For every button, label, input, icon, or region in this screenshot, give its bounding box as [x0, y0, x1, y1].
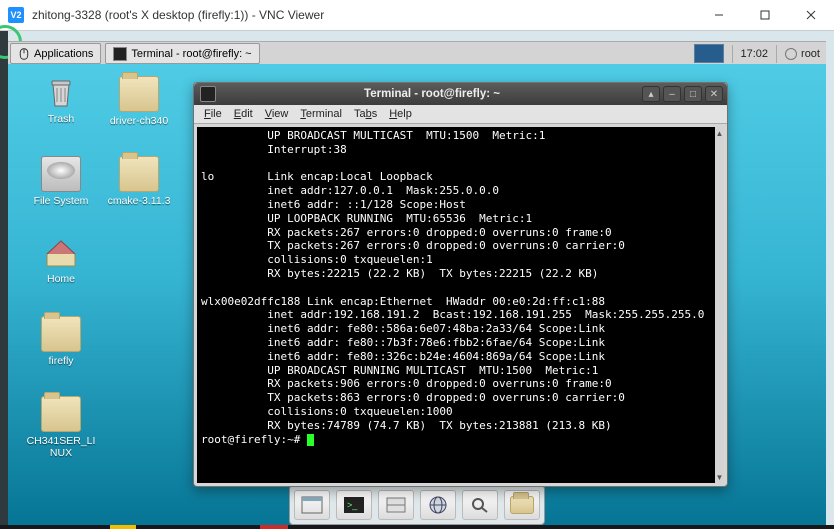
vnc-window-title: zhitong-3328 (root's X desktop (firefly:…: [32, 8, 696, 22]
workspace-switcher[interactable]: [694, 44, 724, 63]
terminal-maximize-button[interactable]: □: [684, 86, 702, 102]
folder-icon: [41, 316, 81, 352]
user-icon: [785, 48, 797, 60]
home-icon: [42, 236, 80, 270]
drawer-icon: [385, 496, 407, 514]
terminal-menubar: File Edit View Terminal Tabs Help: [194, 105, 727, 124]
desktop-icon-label: firefly: [46, 354, 75, 368]
desktop-icon-label: driver-ch340: [108, 114, 170, 128]
terminal-window: Terminal - root@firefly: ~ ▴ – □ ✕ File …: [193, 82, 728, 487]
dock-home-folder[interactable]: [504, 490, 540, 520]
terminal-output: UP BROADCAST MULTICAST MTU:1500 Metric:1…: [201, 129, 704, 432]
folder-icon: [41, 396, 81, 432]
folder-icon: [119, 76, 159, 112]
show-desktop-icon: [301, 496, 323, 514]
dock-app-finder[interactable]: [462, 490, 498, 520]
applications-menu-button[interactable]: Applications: [10, 43, 101, 64]
dock-file-manager[interactable]: [378, 490, 414, 520]
terminal-icon: [200, 86, 216, 102]
panel-separator: [732, 45, 733, 63]
terminal-cursor: [307, 434, 314, 446]
taskbar-terminal-label: Terminal - root@firefly: ~: [131, 48, 251, 60]
window-close-button[interactable]: [788, 0, 834, 30]
dock-show-desktop[interactable]: [294, 490, 330, 520]
bottom-dock: >_: [289, 485, 545, 525]
terminal-icon: >_: [343, 496, 365, 514]
desktop-icon-ch341ser[interactable]: CH341SER_LI NUX: [22, 396, 100, 460]
dock-web-browser[interactable]: [420, 490, 456, 520]
terminal-shade-button[interactable]: ▴: [642, 86, 660, 102]
panel-clock[interactable]: 17:02: [741, 48, 769, 60]
disk-icon: [41, 156, 81, 192]
terminal-menu-file[interactable]: File: [200, 108, 226, 120]
terminal-menu-terminal[interactable]: Terminal: [296, 108, 346, 120]
applications-menu-label: Applications: [34, 48, 93, 60]
terminal-titlebar[interactable]: Terminal - root@firefly: ~ ▴ – □ ✕: [194, 83, 727, 105]
scroll-up-arrow-icon[interactable]: ▲: [715, 127, 724, 139]
vnc-edge-artifact: [0, 31, 8, 529]
xfce-top-panel: Applications Terminal - root@firefly: ~ …: [8, 41, 826, 66]
vnc-window-titlebar: V2 zhitong-3328 (root's X desktop (firef…: [0, 0, 834, 31]
svg-text:>_: >_: [347, 500, 358, 510]
dock-terminal[interactable]: >_: [336, 490, 372, 520]
scroll-track[interactable]: [715, 139, 724, 471]
terminal-menu-edit[interactable]: Edit: [230, 108, 257, 120]
terminal-close-button[interactable]: ✕: [705, 86, 723, 102]
desktop-icon-cmake[interactable]: cmake-3.11.3: [100, 156, 178, 208]
desktop-icon-home[interactable]: Home: [22, 236, 100, 286]
terminal-scrollbar[interactable]: ▲ ▼: [715, 127, 724, 483]
terminal-menu-tabs[interactable]: Tabs: [350, 108, 381, 120]
taskbar-terminal-button[interactable]: Terminal - root@firefly: ~: [105, 43, 259, 64]
window-maximize-button[interactable]: [742, 0, 788, 30]
vnc-canvas[interactable]: Applications Terminal - root@firefly: ~ …: [0, 31, 834, 529]
desktop-icon-label: CH341SER_LI NUX: [25, 434, 98, 460]
desktop-icon-trash[interactable]: Trash: [22, 76, 100, 126]
desktop-icon-firefly[interactable]: firefly: [22, 316, 100, 368]
terminal-body[interactable]: UP BROADCAST MULTICAST MTU:1500 Metric:1…: [197, 127, 724, 483]
taskbar-app-segment[interactable]: [110, 525, 136, 529]
panel-user-menu[interactable]: root: [785, 48, 820, 60]
desktop-icon-label: cmake-3.11.3: [106, 194, 173, 208]
folder-icon: [510, 496, 534, 514]
terminal-menu-help[interactable]: Help: [385, 108, 416, 120]
panel-user-label: root: [801, 48, 820, 60]
vnc-app-icon: V2: [8, 7, 24, 23]
terminal-window-title: Terminal - root@firefly: ~: [222, 88, 642, 100]
terminal-menu-view[interactable]: View: [261, 108, 293, 120]
panel-separator: [776, 45, 777, 63]
desktop-icon-label: Home: [45, 272, 77, 286]
desktop-icon-label: Trash: [46, 112, 76, 126]
terminal-icon: [113, 47, 127, 61]
desktop-icon-filesystem[interactable]: File System: [22, 156, 100, 208]
desktop-icon-driver-ch340[interactable]: driver-ch340: [100, 76, 178, 128]
terminal-minimize-button[interactable]: –: [663, 86, 681, 102]
windows-taskbar-sliver: [0, 525, 834, 529]
terminal-prompt: root@firefly:~#: [201, 433, 307, 446]
window-minimize-button[interactable]: [696, 0, 742, 30]
folder-icon: [119, 156, 159, 192]
trash-icon: [42, 76, 80, 110]
taskbar-app-segment[interactable]: [260, 525, 288, 529]
search-icon: [469, 496, 491, 514]
mouse-icon: [18, 48, 30, 60]
globe-icon: [427, 496, 449, 514]
scroll-down-arrow-icon[interactable]: ▼: [715, 471, 724, 483]
desktop-icon-label: File System: [32, 194, 91, 208]
